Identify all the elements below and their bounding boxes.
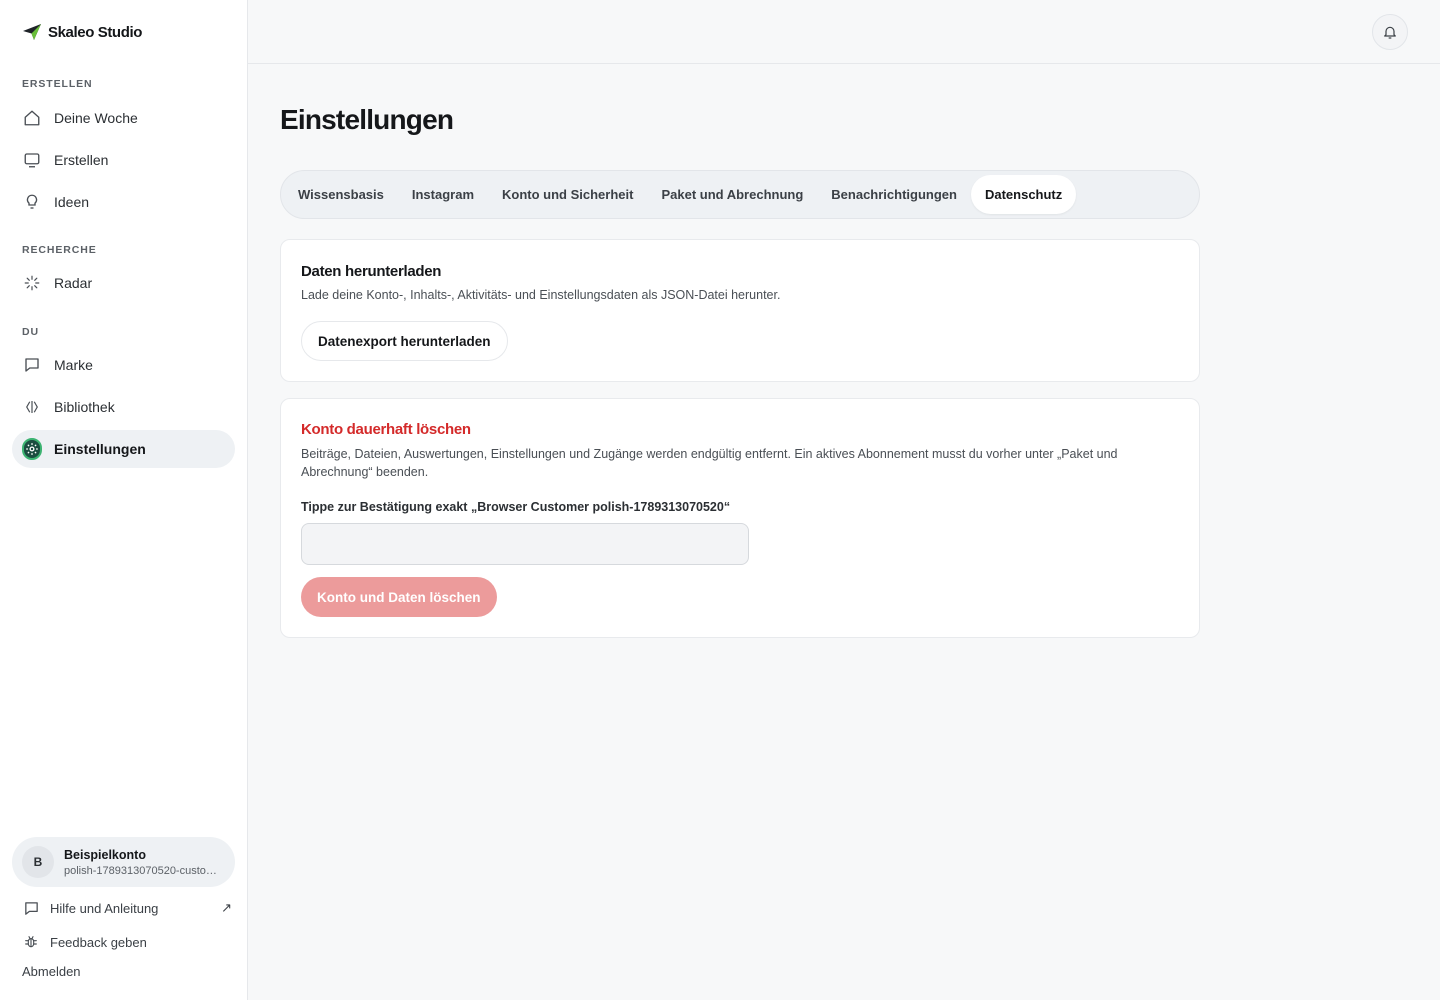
sidebar-item-label: Deine Woche (54, 110, 138, 126)
feedback-label: Feedback geben (50, 934, 147, 950)
sidebar-item-ideen[interactable]: Ideen (12, 183, 235, 221)
section-label-erstellen: ERSTELLEN (22, 78, 93, 90)
sidebar-item-erstellen[interactable]: Erstellen (12, 141, 235, 179)
tab-paket-und-abrechnung[interactable]: Paket und Abrechnung (647, 175, 817, 214)
section-label-du: DU (22, 326, 39, 338)
logout-label: Abmelden (22, 964, 81, 979)
sidebar-item-label: Radar (54, 275, 93, 291)
notifications-button[interactable] (1372, 14, 1408, 50)
account-name: Beispielkonto (64, 847, 146, 862)
tab-benachrichtigungen[interactable]: Benachrichtigungen (817, 175, 971, 214)
confirm-label: Tippe zur Bestätigung exakt „Browser Cus… (301, 500, 731, 514)
export-description: Lade deine Konto-, Inhalts-, Aktivitäts-… (301, 288, 781, 302)
account-info: Beispielkonto polish-1789313070520-custo… (64, 848, 224, 877)
help-link[interactable]: Hilfe und Anleitung ↗ (22, 899, 232, 917)
paper-plane-icon (23, 24, 41, 40)
home-icon (22, 108, 42, 128)
sidebar-item-deine-woche[interactable]: Deine Woche (12, 99, 235, 137)
tab-wissensbasis[interactable]: Wissensbasis (284, 175, 398, 214)
bug-icon (22, 933, 40, 951)
delete-description: Beiträge, Dateien, Auswertungen, Einstel… (301, 447, 1118, 479)
delete-account-card: Konto dauerhaft löschen Beiträge, Dateie… (280, 398, 1200, 638)
section-label-recherche: RECHERCHE (22, 244, 97, 256)
top-bar (248, 0, 1440, 64)
gear-icon (22, 438, 42, 460)
sidebar-item-bibliothek[interactable]: Bibliothek (12, 388, 235, 426)
sidebar-item-label: Erstellen (54, 152, 109, 168)
sidebar-item-label: Marke (54, 357, 93, 373)
help-label: Hilfe und Anleitung (50, 900, 159, 916)
tab-konto-und-sicherheit[interactable]: Konto und Sicherheit (488, 175, 647, 214)
tab-datenschutz[interactable]: Datenschutz (970, 175, 1077, 214)
download-export-button[interactable]: Datenexport herunterladen (301, 321, 508, 361)
delete-title: Konto dauerhaft löschen (301, 421, 471, 438)
page-title: Einstellungen (280, 104, 454, 135)
settings-tabs: Wissensbasis Instagram Konto und Sicherh… (280, 170, 1200, 219)
sidebar: Skaleo Studio ERSTELLEN Deine Woche Erst… (0, 0, 248, 1000)
tab-instagram[interactable]: Instagram (398, 175, 488, 214)
feedback-link[interactable]: Feedback geben (22, 933, 232, 951)
brand[interactable]: Skaleo Studio (22, 22, 142, 42)
book-open-icon (22, 397, 42, 417)
message-square-icon (22, 355, 42, 375)
bell-icon (1384, 26, 1396, 39)
external-link-icon: ↗ (221, 900, 232, 915)
logout-link[interactable]: Abmelden (22, 964, 232, 979)
monitor-icon (22, 150, 42, 170)
export-title: Daten herunterladen (301, 263, 442, 280)
export-card: Daten herunterladen Lade deine Konto-, I… (280, 239, 1200, 382)
brand-name: Skaleo Studio (48, 23, 142, 41)
lightbulb-icon (22, 192, 42, 212)
confirm-input[interactable] (301, 523, 749, 565)
radar-burst-icon (22, 273, 42, 293)
sidebar-item-label: Einstellungen (54, 441, 146, 457)
account-email: polish-1789313070520-customer@example.co… (64, 864, 224, 877)
avatar: B (22, 846, 54, 878)
sidebar-item-label: Ideen (54, 194, 90, 210)
sidebar-item-label: Bibliothek (54, 399, 115, 415)
account-switcher[interactable]: B Beispielkonto polish-1789313070520-cus… (12, 837, 235, 887)
message-square-icon (22, 899, 40, 917)
sidebar-item-einstellungen[interactable]: Einstellungen (12, 430, 235, 468)
sidebar-item-marke[interactable]: Marke (12, 346, 235, 384)
sidebar-item-radar[interactable]: Radar (12, 264, 235, 302)
delete-account-button[interactable]: Konto und Daten löschen (301, 577, 497, 617)
